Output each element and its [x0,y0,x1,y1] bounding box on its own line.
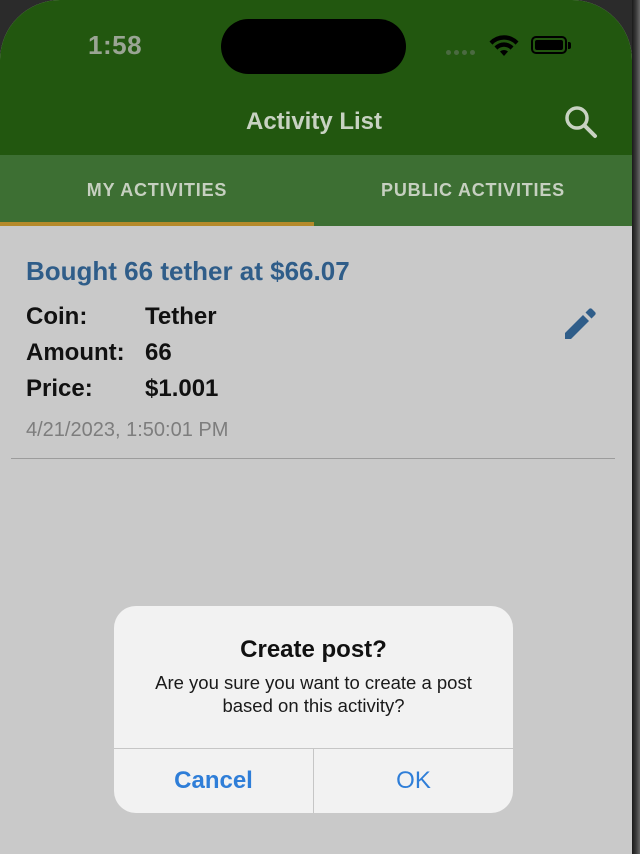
tab-my-activities[interactable]: MY ACTIVITIES [0,155,314,226]
create-post-dialog: Create post? Are you sure you want to cr… [114,606,513,813]
cellular-signal-icon [446,42,480,55]
battery-icon [531,36,571,54]
ok-button[interactable]: OK [314,749,513,813]
active-tab-indicator [0,222,314,226]
dialog-title: Create post? [240,636,387,663]
coin-label: Coin: [26,303,88,330]
app-header: 1:58 Activity List [0,0,632,155]
pencil-icon[interactable] [562,306,598,342]
list-divider [11,458,615,459]
activity-timestamp: 4/21/2023, 1:50:01 PM [26,419,229,441]
price-value: $1.001 [145,375,219,402]
dialog-message: Are you sure you want to create a post b… [155,672,472,716]
activity-title: Bought 66 tether at $66.07 [26,256,350,286]
cancel-button[interactable]: Cancel [114,749,313,813]
dynamic-island [221,19,406,74]
page-title: Activity List [245,108,383,135]
phone-screen: 1:58 Activity List MY ACTIVITIES PUBLIC … [0,0,632,854]
tab-public-activities[interactable]: PUBLIC ACTIVITIES [314,155,632,226]
wifi-icon [489,35,519,56]
device-frame-edge [632,0,640,854]
search-icon[interactable] [563,104,599,140]
status-time: 1:58 [88,30,143,60]
amount-value: 66 [145,339,172,366]
coin-value: Tether [145,303,217,330]
tab-bar: MY ACTIVITIES PUBLIC ACTIVITIES [0,155,632,226]
price-label: Price: [26,375,93,402]
amount-label: Amount: [26,339,125,366]
